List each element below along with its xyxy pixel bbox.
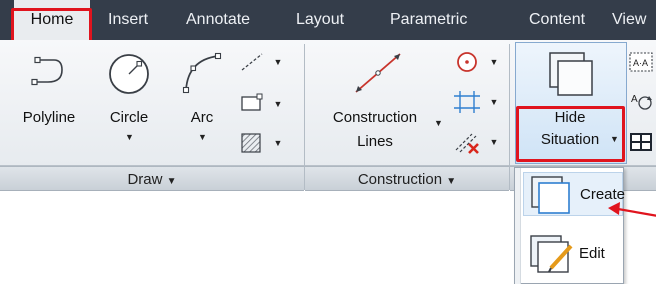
svg-text:A: A xyxy=(631,94,638,105)
annotation-scale-button[interactable]: A·A xyxy=(628,50,656,74)
circle-button[interactable]: Circle ▼ xyxy=(94,46,164,146)
hide-situation-highlight xyxy=(516,106,625,162)
construction-rectangle-icon xyxy=(454,91,480,113)
construction-lines-dropdown-arrow[interactable]: ▼ xyxy=(434,118,443,128)
view-toggle-icon xyxy=(630,133,652,151)
construction-circle-icon xyxy=(457,52,477,72)
construction-lines-button[interactable]: Construction Lines ▼ xyxy=(318,46,443,156)
construction-panel-title[interactable]: Construction ▼ xyxy=(305,166,509,191)
ribbon-tab-bar: Home Insert Annotate Layout Parametric C… xyxy=(0,0,656,40)
erase-construction-dropdown-arrow[interactable]: ▼ xyxy=(488,130,500,154)
polyline-icon xyxy=(31,56,63,86)
arc-button[interactable]: Arc ▼ xyxy=(172,46,232,146)
circle-label: Circle xyxy=(109,109,149,126)
tab-parametric[interactable]: Parametric xyxy=(390,0,467,40)
edit-situation-icon xyxy=(530,235,573,273)
text-replace-icon: A xyxy=(631,94,652,110)
construction-panel-title-text: Construction xyxy=(357,171,443,188)
chevron-down-icon: ▼ xyxy=(446,176,457,187)
construction-line-icon xyxy=(355,53,401,93)
chevron-down-icon: ▼ xyxy=(166,176,177,187)
line-tool-button[interactable] xyxy=(236,50,266,74)
construction-rectangle-dropdown-arrow[interactable]: ▼ xyxy=(488,90,500,114)
hatch-tool-button[interactable] xyxy=(236,131,266,155)
construction-lines-label-1: Construction xyxy=(332,109,418,126)
polyline-button[interactable]: Polyline xyxy=(14,46,84,146)
arc-label: Arc xyxy=(190,109,214,126)
arc-dropdown-arrow[interactable]: ▼ xyxy=(198,132,207,142)
svg-text:A·A: A·A xyxy=(633,58,648,68)
tab-annotate[interactable]: Annotate xyxy=(186,0,250,40)
edit-label: Edit xyxy=(579,245,605,262)
construction-rectangle-button[interactable] xyxy=(452,90,482,114)
line-tool-dropdown-arrow[interactable]: ▼ xyxy=(272,50,284,74)
create-situation-icon xyxy=(531,176,570,214)
hide-situation-icon xyxy=(549,52,593,96)
erase-construction-button[interactable] xyxy=(452,130,482,154)
rectangle-tool-dropdown-arrow[interactable]: ▼ xyxy=(272,92,284,116)
hatch-icon xyxy=(241,133,261,153)
construction-circle-button[interactable] xyxy=(452,50,482,74)
arc-icon xyxy=(182,52,222,94)
tab-content[interactable]: Content xyxy=(529,0,585,40)
dropdown-strip xyxy=(515,168,521,284)
annotation-arrow-icon xyxy=(608,202,656,217)
circle-icon xyxy=(109,54,149,94)
construction-circle-dropdown-arrow[interactable]: ▼ xyxy=(488,50,500,74)
construction-lines-label-2: Lines xyxy=(357,133,393,150)
circle-dropdown-arrow[interactable]: ▼ xyxy=(125,132,134,142)
erase-construction-icon xyxy=(455,133,479,154)
rectangle-tool-button[interactable] xyxy=(236,92,266,116)
view-toggle-button[interactable] xyxy=(628,130,656,154)
rectangle-icon xyxy=(241,93,263,111)
text-replace-button[interactable]: A xyxy=(628,90,656,114)
hatch-tool-dropdown-arrow[interactable]: ▼ xyxy=(272,131,284,155)
tab-insert[interactable]: Insert xyxy=(108,0,148,40)
tab-view[interactable]: View xyxy=(612,0,646,40)
dashed-line-icon xyxy=(241,53,263,71)
dropdown-item-edit[interactable]: Edit xyxy=(523,232,623,276)
draw-panel-title-text: Draw xyxy=(127,171,163,188)
tab-layout[interactable]: Layout xyxy=(296,0,344,40)
polyline-label: Polyline xyxy=(22,109,76,126)
draw-panel-title[interactable]: Draw ▼ xyxy=(0,166,304,191)
annotation-scale-icon: A·A xyxy=(629,52,653,72)
